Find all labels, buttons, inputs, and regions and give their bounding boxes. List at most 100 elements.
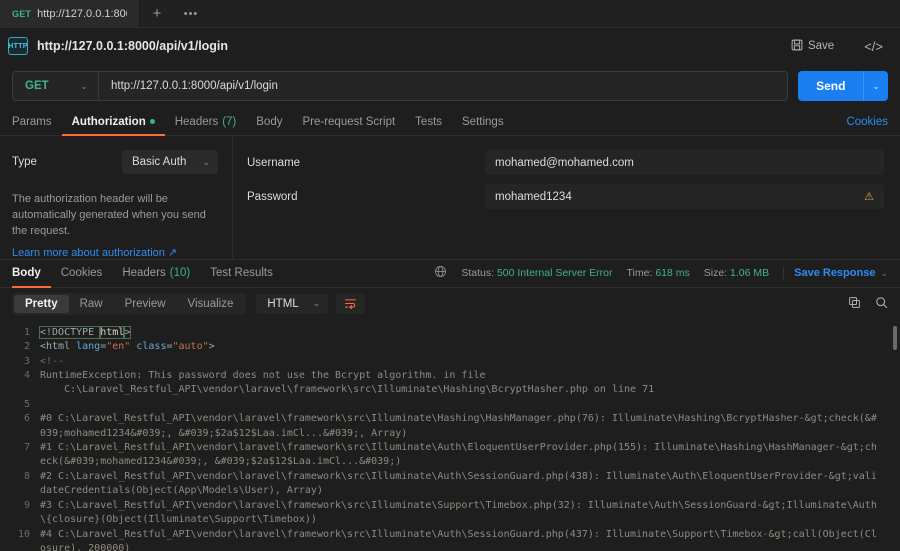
send-button-group: Send ⌄ (798, 71, 888, 101)
search-icon[interactable] (875, 296, 888, 312)
response-tab-headers-label: Headers (122, 267, 166, 280)
username-input[interactable]: mohamed@mohamed.com (485, 150, 884, 175)
tab-more-options-icon[interactable]: ••• (174, 0, 208, 27)
code-token: #2 C:\Laravel_Restful_API\vendor\laravel… (40, 470, 877, 497)
code-line-text: RuntimeException: This password does not… (40, 369, 900, 398)
code-token: class (130, 341, 167, 353)
line-number: 5 (23, 398, 30, 410)
status-badge: 500 Internal Server Error (496, 267, 613, 280)
save-button[interactable]: Save (783, 35, 842, 58)
tab-title-label: http://127.0.0.1:8000/api/ (37, 7, 127, 20)
response-tab-body[interactable]: Body (12, 260, 51, 288)
code-token: "en" (106, 341, 131, 353)
tab-headers[interactable]: Headers (7) (165, 108, 247, 135)
code-line: 5 (0, 398, 900, 412)
code-line-text: <!-- (40, 355, 900, 369)
tab-tests[interactable]: Tests (405, 108, 452, 135)
new-tab-button[interactable]: + (140, 0, 174, 27)
view-pretty-button[interactable]: Pretty (14, 294, 69, 313)
response-body-viewer[interactable]: 1 <!DOCTYPE html> 2 <html lang="en" class="… (0, 319, 900, 551)
send-options-chevron-icon[interactable]: ⌄ (863, 71, 888, 101)
postman-window: GET http://127.0.0.1:8000/api/ + ••• HTT… (0, 0, 900, 551)
code-line: 7 #1 C:\Laravel_Restful_API\vendor\larave… (0, 441, 900, 470)
response-size: Size: 1.06 MB (704, 267, 769, 279)
chevron-down-icon: ⌄ (202, 156, 210, 167)
tab-method-label: GET (12, 8, 32, 19)
password-row: Password mohamed1234 ⚠ (247, 184, 884, 209)
response-format-value: HTML (267, 297, 299, 310)
code-token: <!-- (40, 355, 65, 367)
auth-type-row: Type Basic Auth ⌄ (12, 150, 218, 174)
response-tab-headers[interactable]: Headers (10) (112, 260, 200, 287)
code-line: 2 <html lang="en" class="auto"> (0, 340, 900, 354)
tab-settings[interactable]: Settings (452, 108, 514, 135)
code-snippet-icon[interactable]: </> (857, 35, 890, 58)
save-response-label: Save Response (794, 267, 876, 280)
chevron-down-icon: ⌄ (312, 298, 321, 309)
authorization-panel: Type Basic Auth ⌄ The authorization head… (0, 136, 900, 260)
code-token: #0 C:\Laravel_Restful_API\vendor\laravel… (40, 413, 877, 439)
page-title: http://127.0.0.1:8000/api/v1/login (37, 39, 229, 53)
url-input[interactable]: http://127.0.0.1:8000/api/v1/login (99, 80, 787, 92)
code-token: > (208, 341, 215, 353)
http-protocol-icon: HTTP (8, 37, 28, 55)
response-tab-test-results[interactable]: Test Results (200, 260, 283, 287)
code-token: <!DOCTYPE (38, 325, 102, 339)
response-toolbar-actions (848, 296, 888, 312)
response-tab-cookies[interactable]: Cookies (51, 260, 113, 287)
tab-body[interactable]: Body (246, 108, 292, 135)
warning-icon: ⚠ (864, 191, 874, 203)
tab-authorization-label: Authorization (71, 115, 146, 128)
tab-params[interactable]: Params (12, 108, 62, 135)
request-tabs: Params Authorization Headers (7) Body Pr… (0, 108, 900, 136)
code-token: <html (40, 341, 77, 353)
line-number: 8 (23, 470, 30, 482)
request-tab-item[interactable]: GET http://127.0.0.1:8000/api/ (0, 0, 140, 27)
size-value: 1.06 MB (730, 267, 770, 280)
tab-headers-label: Headers (174, 115, 219, 128)
tab-headers-count: (7) (222, 115, 237, 128)
line-number: 3 (23, 355, 30, 367)
code-line: 4 RuntimeException: This password does no… (0, 369, 900, 398)
view-visualize-button[interactable]: Visualize (177, 295, 245, 313)
auth-type-select[interactable]: Basic Auth ⌄ (122, 150, 218, 174)
http-method-value: GET (25, 80, 49, 92)
save-button-label: Save (807, 40, 835, 52)
cookies-link[interactable]: Cookies (846, 116, 888, 128)
code-line: 3 <!-- (0, 355, 900, 369)
view-preview-button[interactable]: Preview (114, 295, 177, 313)
code-line: 6 #0 C:\Laravel_Restful_API\vendor\larave… (0, 412, 900, 441)
code-token: #3 C:\Laravel_Restful_API\vendor\laravel… (40, 499, 877, 526)
line-number: 2 (23, 341, 30, 353)
copy-icon[interactable] (848, 296, 861, 312)
code-line-text: <!DOCTYPE html> (38, 325, 900, 340)
auth-type-label: Type (12, 156, 37, 168)
code-line-text: #3 C:\Laravel_Restful_API\vendor\laravel… (40, 499, 900, 528)
auth-credentials-column: Username mohamed@mohamed.com Password mo… (233, 136, 900, 259)
tab-pre-request-script[interactable]: Pre-request Script (292, 108, 405, 135)
auth-type-value: Basic Auth (132, 156, 187, 168)
code-line-text: #2 C:\Laravel_Restful_API\vendor\laravel… (40, 470, 900, 499)
code-token: html (99, 325, 126, 339)
request-title-bar: HTTP http://127.0.0.1:8000/api/v1/login … (0, 28, 900, 64)
tab-authorization[interactable]: Authorization (61, 108, 165, 136)
tab-tests-label: Tests (415, 115, 443, 128)
send-button[interactable]: Send (798, 71, 864, 101)
line-number: 10 (17, 528, 30, 540)
http-method-select[interactable]: GET ⌄ (13, 72, 99, 100)
line-number: 4 (23, 370, 30, 382)
username-value: mohamed@mohamed.com (495, 156, 634, 169)
response-format-select[interactable]: HTML ⌄ (256, 293, 329, 314)
password-input[interactable]: mohamed1234 ⚠ (485, 184, 884, 209)
size-label: Size: (703, 267, 728, 280)
password-label: Password (247, 190, 298, 203)
response-tabs-bar: Body Cookies Headers (10) Test Results S… (0, 260, 900, 288)
learn-more-link[interactable]: Learn more about authorization ↗ (12, 246, 218, 259)
wrap-lines-icon[interactable] (336, 293, 366, 315)
response-tab-test-results-label: Test Results (210, 267, 273, 280)
response-scrollbar[interactable] (893, 325, 897, 350)
code-line: 10 #4 C:\Laravel_Restful_API\vendor\larav… (0, 528, 900, 551)
view-raw-button[interactable]: Raw (69, 295, 114, 313)
response-view-segmented-control: Pretty Raw Preview Visualize (12, 292, 247, 315)
save-response-button[interactable]: Save Response ⌄ (783, 267, 888, 280)
